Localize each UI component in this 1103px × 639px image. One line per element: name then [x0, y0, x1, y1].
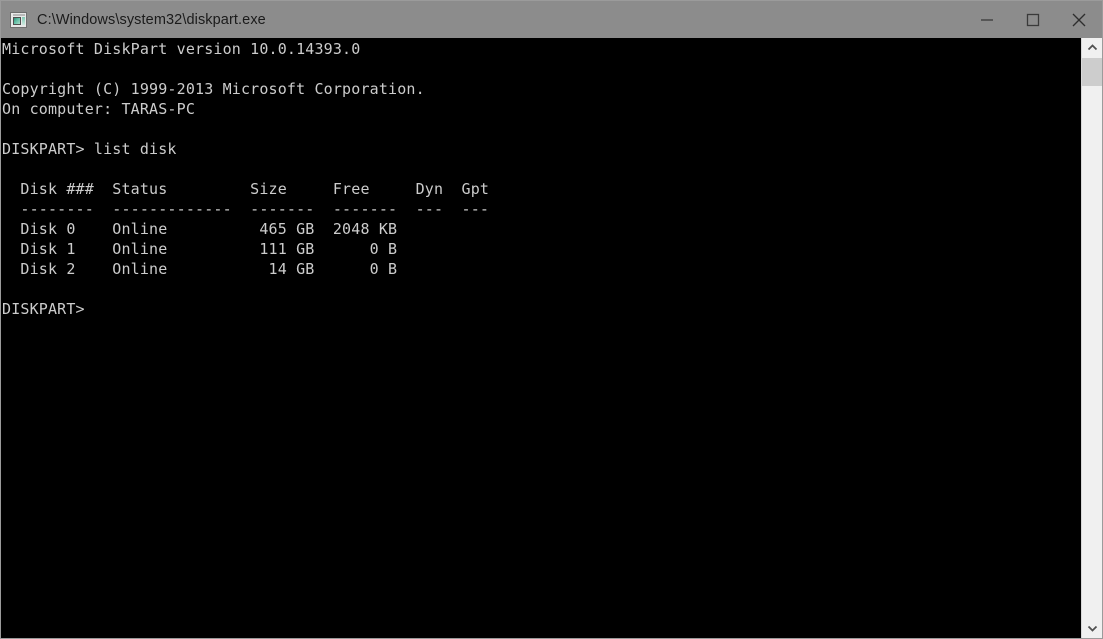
window-body: Microsoft DiskPart version 10.0.14393.0 … [1, 38, 1102, 638]
scrollbar-track[interactable] [1082, 58, 1102, 618]
close-button[interactable] [1056, 1, 1102, 38]
window-controls [964, 1, 1102, 38]
console-text: Microsoft DiskPart version 10.0.14393.0 … [2, 40, 490, 318]
icon-screen [13, 16, 21, 25]
console-app-icon [10, 11, 27, 28]
maximize-button[interactable] [1010, 1, 1056, 38]
minimize-button[interactable] [964, 1, 1010, 38]
scroll-down-button[interactable] [1082, 618, 1102, 638]
console-output-area[interactable]: Microsoft DiskPart version 10.0.14393.0 … [1, 38, 1081, 638]
scroll-up-button[interactable] [1082, 38, 1102, 58]
title-bar[interactable]: C:\Windows\system32\diskpart.exe [1, 1, 1102, 38]
icon-titlebar-stripe [13, 13, 25, 16]
vertical-scrollbar[interactable] [1081, 38, 1102, 638]
icon-side-panel [22, 16, 25, 25]
scrollbar-thumb[interactable] [1082, 58, 1102, 86]
window-title: C:\Windows\system32\diskpart.exe [37, 11, 266, 28]
console-window: C:\Windows\system32\diskpart.exe Microso… [0, 0, 1103, 639]
